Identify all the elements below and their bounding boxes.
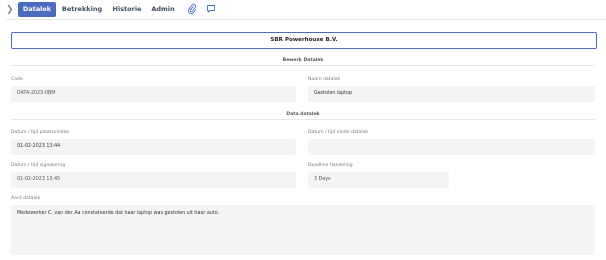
code-field[interactable]: DATA-2023-0BM (11, 86, 296, 102)
section-divider (11, 119, 595, 120)
company-name: SBR Powerhouse B.V. (11, 32, 597, 49)
end-datetime-label: Datum / tijd einde datalek (308, 130, 369, 135)
chevron-right-icon[interactable]: ❯ (6, 3, 14, 17)
signalering-datetime-label: Datum / tijd signalering (11, 163, 66, 168)
section-title-data-datalek: Data datalek (286, 112, 320, 117)
aard-datalek-label: Aard datalek (11, 196, 41, 201)
deadline-field[interactable]: 3 Days (308, 172, 449, 188)
code-label: Code (11, 77, 23, 82)
tab-betrekking[interactable]: Betrekking (61, 2, 103, 17)
paperclip-icon[interactable] (187, 3, 197, 15)
naam-datalek-label: Naam datalek (308, 77, 341, 82)
section-divider (11, 65, 595, 66)
end-datetime-field[interactable] (308, 139, 595, 155)
tab-datalek[interactable]: Datalek (18, 2, 56, 17)
comment-icon[interactable] (206, 3, 216, 15)
nav-divider (6, 19, 606, 20)
tab-admin[interactable]: Admin (150, 2, 176, 17)
aard-datalek-textarea[interactable]: Medewerker C. van der Aa constateerde da… (11, 205, 595, 255)
tab-historie[interactable]: Historie (110, 2, 144, 17)
signalering-datetime-field[interactable]: 01-02-2023 13:45 (11, 172, 296, 188)
start-datetime-field[interactable]: 01-02-2023 13:44 (11, 139, 296, 155)
deadline-label: Deadline handeling (308, 163, 353, 168)
start-datetime-label: Datum / tijd plaatsvinden (11, 130, 70, 135)
top-nav: ❯ Datalek Betrekking Historie Admin (0, 0, 606, 20)
naam-datalek-field[interactable]: Gestolen laptop (308, 86, 595, 102)
section-title-bewerk-datalek: Bewerk Datalek (282, 58, 324, 63)
